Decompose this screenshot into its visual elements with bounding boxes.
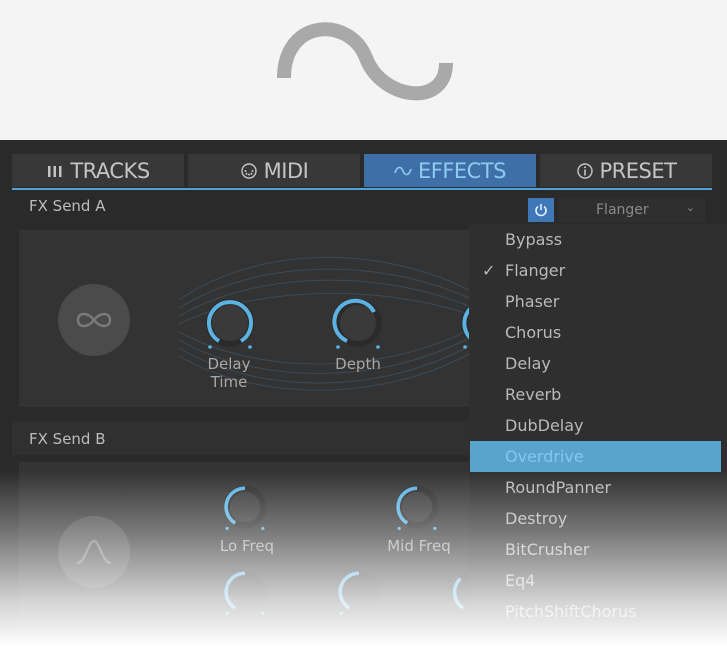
menu-item-phaser[interactable]: Phaser — [469, 286, 727, 317]
effect-select-value: Flanger — [596, 202, 649, 218]
lo-freq-label: Lo Freq — [219, 537, 275, 555]
tab-preset[interactable]: PRESET — [540, 154, 712, 187]
depth-label: Depth — [335, 355, 381, 373]
depth-knob[interactable] — [330, 295, 386, 351]
menu-item-bitcrusher[interactable]: BitCrusher — [469, 534, 727, 565]
tab-midi[interactable]: MIDI — [188, 154, 360, 187]
fx-send-b-label: FX Send B — [29, 430, 106, 448]
tab-effects-label: EFFECTS — [417, 158, 507, 183]
menu-item-chorus[interactable]: Chorus — [469, 317, 727, 348]
power-button[interactable] — [528, 198, 554, 222]
menu-item-flanger[interactable]: ✓ Flanger — [469, 255, 727, 286]
bars-icon — [46, 163, 64, 179]
sine-wave-icon — [394, 164, 412, 178]
fx-send-a-panel: Delay Time Depth — [19, 230, 509, 407]
midi-port-icon — [240, 162, 258, 180]
menu-item-dubdelay[interactable]: DubDelay — [469, 410, 727, 441]
tab-bar: TRACKS MIDI EFFECTS PRESET — [12, 154, 712, 188]
mid-gain-knob[interactable] — [334, 567, 384, 617]
power-icon — [535, 204, 547, 217]
menu-item-eq4[interactable]: Eq4 — [469, 565, 727, 596]
menu-item-destroy[interactable]: Destroy — [469, 503, 727, 534]
menu-item-overdrive[interactable]: Overdrive — [470, 441, 721, 472]
menu-item-reverb[interactable]: Reverb — [469, 379, 727, 410]
menu-item-bypass[interactable]: Bypass — [469, 224, 727, 255]
menu-item-delay[interactable]: Delay — [469, 348, 727, 379]
fx-send-b-panel: Lo Freq Mid Freq — [19, 462, 495, 647]
info-icon — [576, 162, 594, 180]
delay-time-knob[interactable] — [202, 295, 258, 351]
flanger-symbol — [58, 284, 130, 356]
effect-select[interactable]: Flanger ⌄ — [559, 198, 705, 222]
chevron-down-icon: ⌄ — [685, 201, 695, 214]
tab-tracks-label: TRACKS — [70, 158, 150, 183]
eq-symbol — [58, 516, 130, 588]
tab-underline — [12, 188, 712, 190]
mid-freq-knob[interactable] — [392, 482, 442, 532]
app-window: TRACKS MIDI EFFECTS PRESET FX Send A Fla… — [0, 140, 727, 647]
tab-effects[interactable]: EFFECTS — [364, 154, 536, 187]
tab-tracks[interactable]: TRACKS — [12, 154, 184, 187]
tab-midi-label: MIDI — [263, 158, 309, 183]
lo-gain-knob[interactable] — [220, 567, 270, 617]
header-logo-area — [0, 0, 727, 140]
menu-item-pitchshiftchorus[interactable]: PitchShiftChorus — [469, 596, 727, 627]
checkmark-icon: ✓ — [482, 261, 496, 280]
tab-preset-label: PRESET — [599, 158, 677, 183]
menu-item-roundpanner[interactable]: RoundPanner — [469, 472, 727, 503]
fx-send-a-label: FX Send A — [29, 197, 106, 215]
lo-freq-knob[interactable] — [220, 482, 270, 532]
effect-dropdown-menu: Bypass ✓ Flanger Phaser Chorus Delay Reve… — [469, 224, 727, 647]
delay-time-label: Delay Time — [207, 355, 251, 391]
sine-wave-logo-icon — [277, 22, 453, 101]
infinity-icon — [76, 312, 112, 328]
mid-freq-label: Mid Freq — [387, 537, 451, 555]
bell-curve-icon — [76, 539, 112, 565]
